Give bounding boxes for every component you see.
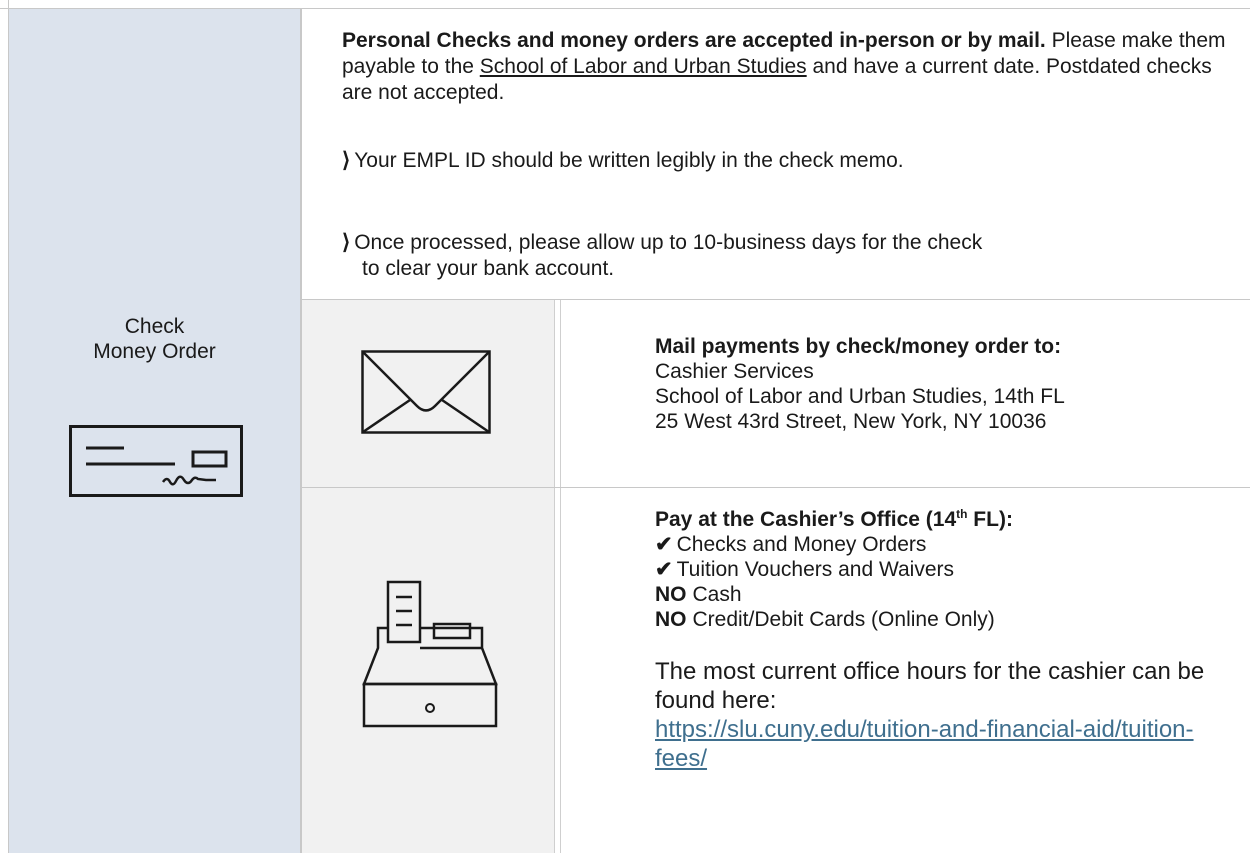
mail-instructions: Mail payments by check/money order to: C… bbox=[655, 334, 1245, 434]
not-accepted-item: NO Cash bbox=[655, 583, 742, 606]
accepted-item: ✔ Checks and Money Orders bbox=[655, 533, 927, 556]
accepted-item: ✔ Tuition Vouchers and Waivers bbox=[655, 558, 955, 581]
mail-heading: Mail payments by check/money order to: bbox=[655, 335, 1062, 358]
bullet-empl-id: ⟩ Your EMPL ID should be written legibly … bbox=[342, 148, 1222, 174]
intro-bold-text: Personal Checks and money orders are acc… bbox=[342, 29, 1046, 52]
checkmark-icon: ✔ bbox=[655, 533, 673, 556]
bullet-processing-time: ⟩ Once processed, please allow up to 10-b… bbox=[342, 230, 1222, 282]
method-title-line2: Money Order bbox=[93, 340, 216, 363]
office-hours-text: The most current office hours for the ca… bbox=[655, 658, 1205, 714]
mail-address-line: Cashier Services bbox=[655, 360, 814, 383]
mail-address-line: 25 West 43rd Street, New York, NY 10036 bbox=[655, 410, 1047, 433]
method-title: Check Money Order bbox=[9, 314, 300, 364]
payment-method-table: Check Money Order Personal Checks and mo… bbox=[0, 0, 1250, 853]
intro-paragraph: Personal Checks and money orders are acc… bbox=[342, 28, 1242, 106]
cashier-instructions: Pay at the Cashier’s Office (14th FL): ✔… bbox=[655, 507, 1245, 773]
row-divider bbox=[302, 487, 1250, 488]
bullet-marker-icon: ⟩ bbox=[342, 149, 351, 172]
tuition-fees-link[interactable]: https://slu.cuny.edu/tuition-and-financi… bbox=[655, 715, 1215, 773]
check-icon bbox=[69, 425, 243, 502]
bullet-text-line1: Once processed, please allow up to 10-bu… bbox=[354, 231, 983, 254]
bullet-marker-icon: ⟩ bbox=[342, 231, 351, 254]
bullet-text: Your EMPL ID should be written legibly i… bbox=[354, 149, 904, 172]
method-title-line1: Check bbox=[124, 315, 185, 338]
cash-register-icon bbox=[362, 580, 498, 739]
icon-column-divider bbox=[554, 300, 555, 853]
mail-address-line: School of Labor and Urban Studies, 14th … bbox=[655, 385, 1065, 408]
payee-name: School of Labor and Urban Studies bbox=[479, 55, 807, 78]
checkmark-icon: ✔ bbox=[655, 558, 673, 581]
icon-column-divider-inner bbox=[560, 300, 561, 853]
cashier-heading: Pay at the Cashier’s Office (14th FL): bbox=[655, 507, 1013, 531]
envelope-icon bbox=[361, 350, 491, 439]
not-accepted-item: NO Credit/Debit Cards (Online Only) bbox=[655, 608, 995, 631]
bullet-text-line2: to clear your bank account. bbox=[362, 257, 615, 280]
